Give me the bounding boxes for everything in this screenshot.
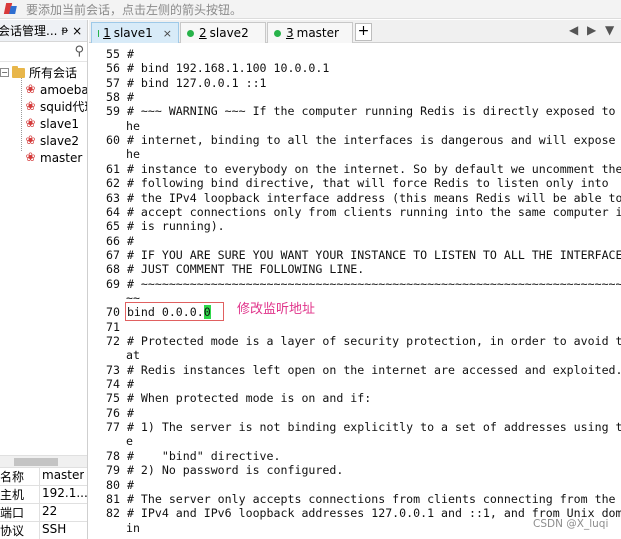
property-row: 端口 22 bbox=[0, 503, 87, 521]
terminal-line: he bbox=[126, 118, 140, 133]
terminal-line: 77 # 1) The server is not binding explic… bbox=[106, 420, 621, 435]
terminal-line: 68 # JUST COMMENT THE FOLLOWING LINE. bbox=[106, 262, 365, 277]
terminal-line: 55 # bbox=[106, 47, 134, 61]
session-label: slave2 bbox=[40, 133, 80, 148]
hint-bar: 要添加当前会话，点击左侧的箭头按钮。 bbox=[0, 0, 621, 19]
horizontal-scrollbar[interactable] bbox=[0, 455, 87, 467]
session-search[interactable]: ⚲ bbox=[0, 42, 87, 62]
terminal-line: e bbox=[126, 434, 133, 449]
terminal-line: 79 # 2) No password is configured. bbox=[106, 463, 344, 478]
connected-dot-icon bbox=[274, 29, 281, 37]
session-label: slave1 bbox=[40, 116, 80, 131]
property-key: 主机 bbox=[0, 486, 40, 503]
terminal-line: 56 # bind 192.168.1.100 10.0.0.1 bbox=[106, 61, 330, 76]
terminal-line: 69 # ~~~~~~~~~~~~~~~~~~~~~~~~~~~~~~~~~~~… bbox=[106, 276, 621, 291]
pin-icon[interactable]: ᵽ bbox=[61, 25, 68, 36]
terminal-line: 74 # bbox=[106, 377, 134, 392]
terminal-output[interactable]: 修改监听地址 CSDN @X_luqi 55 #56 # bind 192.16… bbox=[89, 44, 621, 539]
tree-guide-line bbox=[21, 75, 22, 151]
terminal-cursor: 0 bbox=[203, 305, 211, 320]
session-manager-panel: 会话管理... ᵽ × ⚲ − 所有会话 ❀ amoeba ❀ squid代理 … bbox=[0, 20, 88, 539]
tab-slave1[interactable]: 1 slave1 × bbox=[91, 22, 179, 43]
session-item-master[interactable]: ❀ master bbox=[24, 149, 83, 166]
property-value: master bbox=[42, 468, 85, 482]
terminal-line: 64 # accept connections only from client… bbox=[106, 204, 621, 219]
property-key: 协议 bbox=[0, 522, 40, 539]
session-icon: ❀ bbox=[25, 82, 36, 96]
tab-slave2[interactable]: 2 slave2 bbox=[180, 22, 266, 43]
connected-dot-icon bbox=[187, 29, 194, 37]
session-label: squid代理 bbox=[40, 100, 87, 114]
tab-number: 2 bbox=[199, 26, 207, 40]
terminal-line: 60 # internet, binding to all the interf… bbox=[106, 133, 621, 148]
terminal-line: 71 bbox=[106, 319, 120, 334]
tree-root-all-sessions[interactable]: − 所有会话 bbox=[0, 64, 77, 81]
property-key: 名称 bbox=[0, 468, 40, 485]
session-icon: ❀ bbox=[25, 116, 36, 130]
terminal-line: 58 # bbox=[106, 90, 134, 105]
session-item-slave2[interactable]: ❀ slave2 bbox=[24, 132, 79, 149]
terminal-line: 78 # "bind" directive. bbox=[106, 448, 281, 463]
folder-icon bbox=[12, 65, 25, 78]
session-item-amoeba[interactable]: ❀ amoeba bbox=[24, 81, 88, 98]
tab-label: slave1 bbox=[113, 26, 153, 40]
property-value: SSH bbox=[42, 522, 67, 536]
tab-prev-icon[interactable]: ◀ bbox=[569, 23, 578, 37]
terminal-line: 59 # ~~~ WARNING ~~~ If the computer run… bbox=[106, 104, 621, 119]
panel-title-bar: 会话管理... ᵽ × bbox=[0, 20, 87, 42]
session-icon: ❀ bbox=[25, 99, 36, 113]
terminal-line: 80 # bbox=[106, 477, 134, 492]
property-value: 22 bbox=[42, 504, 58, 518]
property-row: 协议 SSH bbox=[0, 521, 87, 539]
tab-list-icon[interactable]: ▼ bbox=[605, 23, 614, 37]
tab-master[interactable]: 3 master bbox=[267, 22, 353, 43]
tree-root-label: 所有会话 bbox=[29, 66, 78, 80]
terminal-line: 76 # bbox=[106, 405, 134, 420]
terminal-line: 72 # Protected mode is a layer of securi… bbox=[106, 334, 621, 348]
new-tab-button[interactable]: + bbox=[355, 23, 372, 41]
terminal-line: he bbox=[126, 147, 140, 162]
session-item-squid[interactable]: ❀ squid代理 bbox=[24, 98, 87, 115]
terminal-line: 81 # The server only accepts connections… bbox=[106, 491, 616, 506]
terminal-line: 62 # following bind directive, that will… bbox=[106, 176, 609, 191]
panel-title: 会话管理... bbox=[0, 24, 58, 38]
terminal-line: 82 # IPv4 and IPv6 loopback addresses 12… bbox=[106, 506, 621, 521]
session-icon: ❀ bbox=[25, 150, 36, 164]
terminal-line: 75 # When protected mode is on and if: bbox=[106, 391, 372, 406]
terminal-line: ~~ bbox=[126, 290, 140, 305]
terminal-line: 73 # Redis instances left open on the in… bbox=[106, 362, 621, 377]
property-value: 192.1... bbox=[42, 486, 88, 500]
annotation-text: 修改监听地址 bbox=[237, 302, 316, 317]
tab-label: slave2 bbox=[209, 26, 249, 40]
session-item-slave1[interactable]: ❀ slave1 bbox=[24, 115, 79, 132]
tab-close-icon[interactable]: × bbox=[163, 27, 172, 40]
tab-next-icon[interactable]: ▶ bbox=[587, 23, 596, 37]
session-properties: 名称 master 主机 192.1... 端口 22 协议 SSH bbox=[0, 455, 88, 539]
terminal-line: in bbox=[126, 520, 140, 535]
terminal-line: 70 bind 0.0.0.070 bind 0.0.0.0 bbox=[106, 305, 211, 320]
session-tab-bar: 1 slave1 × 2 slave2 3 master + ◀ ▶ ▼ bbox=[89, 20, 621, 43]
terminal-line: 67 # IF YOU ARE SURE YOU WANT YOUR INSTA… bbox=[106, 247, 621, 262]
session-icon: ❀ bbox=[25, 133, 36, 147]
session-label: master bbox=[40, 150, 83, 165]
terminal-line: 63 # the IPv4 loopback interface address… bbox=[106, 190, 621, 205]
property-key: 端口 bbox=[0, 504, 40, 521]
terminal-line: at bbox=[126, 348, 140, 363]
terminal-line: 61 # instance to everybody on the intern… bbox=[106, 161, 621, 176]
session-label: amoeba bbox=[40, 82, 88, 97]
scrollbar-thumb[interactable] bbox=[14, 458, 58, 466]
app-logo-icon bbox=[3, 2, 18, 16]
search-icon[interactable]: ⚲ bbox=[74, 44, 84, 59]
terminal-line: 57 # bind 127.0.0.1 ::1 bbox=[106, 75, 267, 90]
collapse-icon[interactable]: − bbox=[0, 68, 9, 77]
terminal-line: 66 # bbox=[106, 233, 134, 248]
hint-text: 要添加当前会话，点击左侧的箭头按钮。 bbox=[26, 2, 243, 17]
property-row: 名称 master bbox=[0, 467, 87, 485]
close-icon[interactable]: × bbox=[72, 24, 82, 38]
terminal-line: 65 # is running). bbox=[106, 219, 225, 234]
tab-number: 1 bbox=[103, 26, 111, 40]
tab-label: master bbox=[296, 26, 339, 40]
tab-number: 3 bbox=[286, 26, 294, 40]
property-row: 主机 192.1... bbox=[0, 485, 88, 503]
